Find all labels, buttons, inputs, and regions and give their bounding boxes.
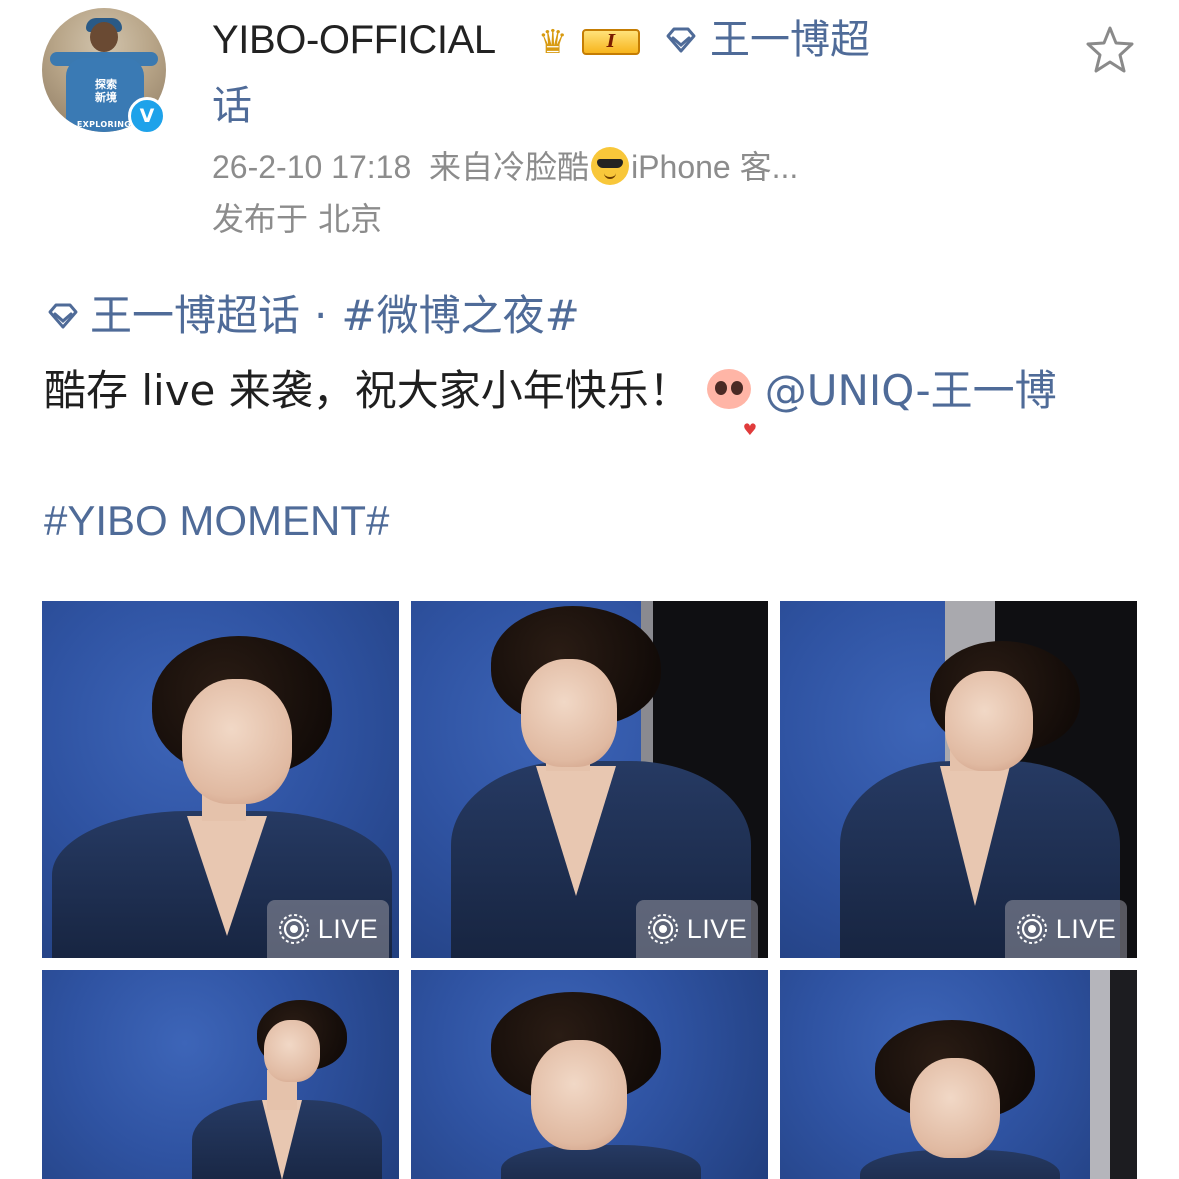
live-label: LIVE xyxy=(1055,913,1117,944)
live-icon xyxy=(647,914,678,944)
post-supertopic-link[interactable]: 王一博超话 xyxy=(90,290,300,342)
live-icon xyxy=(1016,914,1047,944)
post-meta: 26-2-10 17:18 来自冷脸酷 iPhone 客... xyxy=(212,146,798,188)
diamond-icon xyxy=(48,303,78,329)
star-icon[interactable] xyxy=(1084,24,1136,76)
supertopic-label: 王一博超 xyxy=(710,17,870,63)
verified-mark: V xyxy=(139,105,155,127)
sunglasses-emoji-icon xyxy=(591,147,630,185)
live-badge: LIVE xyxy=(267,900,389,958)
avatar-shirt-text: 探索 新境 xyxy=(95,78,117,104)
source-prefix[interactable]: 来自冷脸酷 xyxy=(429,149,589,185)
photo-6[interactable] xyxy=(780,970,1137,1179)
photo-5[interactable] xyxy=(411,970,768,1179)
topic-separator: · xyxy=(314,291,328,340)
crown-icon: ♛ xyxy=(538,22,568,61)
diamond-icon xyxy=(666,27,696,53)
mention-link[interactable]: @UNIQ-王一博 xyxy=(765,366,1057,415)
member-badge[interactable]: ♛ I xyxy=(538,24,652,60)
hashtag-yibo-moment[interactable]: #YIBO MOMENT# xyxy=(44,494,389,548)
photo-2[interactable]: LIVE xyxy=(411,601,768,958)
source-device[interactable]: iPhone 客... xyxy=(631,149,798,185)
photo-1[interactable]: LIVE xyxy=(42,601,399,958)
live-badge: LIVE xyxy=(1005,900,1127,958)
photo-3[interactable]: LIVE xyxy=(780,601,1137,958)
location: 发布于 北京 xyxy=(212,200,383,238)
verified-icon: V xyxy=(128,97,166,135)
supertopic-link[interactable]: 王一博超 xyxy=(662,16,870,64)
photo-4[interactable] xyxy=(42,970,399,1179)
live-icon xyxy=(278,914,309,944)
post-body-text: 酷存 live 来袭，祝大家小年快乐！ xyxy=(44,366,691,415)
live-badge: LIVE xyxy=(636,900,758,958)
live-label: LIVE xyxy=(686,913,748,944)
live-label: LIVE xyxy=(317,913,379,944)
post-topic-line: 王一博超话 · #微博之夜# xyxy=(44,290,580,342)
post-text: 酷存 live 来袭，祝大家小年快乐！ ♥ @UNIQ-王一博 xyxy=(44,358,1104,439)
supertopic-label-cont[interactable]: 话 xyxy=(212,80,252,132)
timestamp: 26-2-10 17:18 xyxy=(212,149,412,185)
avatar-head xyxy=(90,22,118,52)
sticker-icon: ♥ xyxy=(701,363,759,439)
photo-grid: LIVE LIVE LIVE xyxy=(42,601,1138,1179)
username[interactable]: YIBO-OFFICIAL xyxy=(212,16,496,64)
rank-tag: I xyxy=(582,29,640,55)
hashtag-weibo-night[interactable]: #微博之夜# xyxy=(341,290,579,342)
